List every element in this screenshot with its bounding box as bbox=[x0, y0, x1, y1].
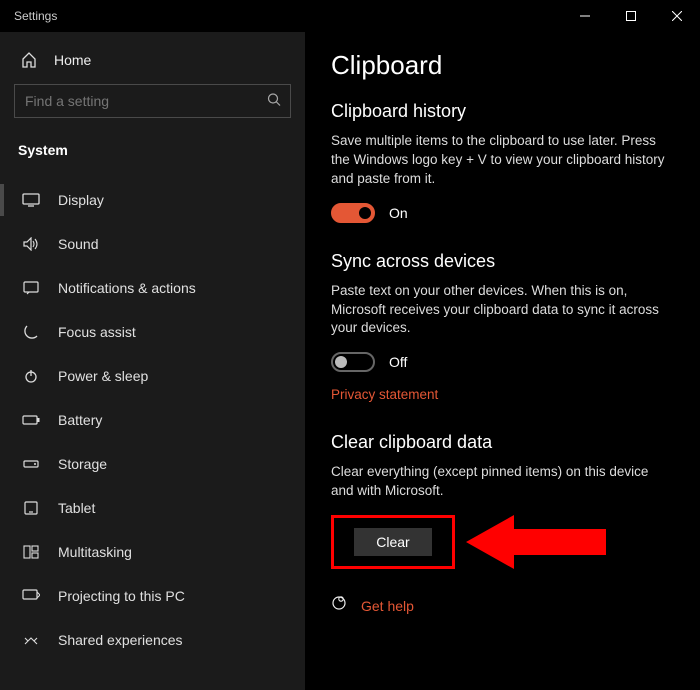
nav-item-tablet[interactable]: Tablet bbox=[0, 486, 305, 530]
nav-item-sound[interactable]: Sound bbox=[0, 222, 305, 266]
red-arrow-annotation bbox=[466, 509, 616, 575]
settings-window: Settings Home bbox=[0, 0, 700, 690]
nav-label: Multitasking bbox=[58, 544, 132, 560]
nav-item-multitasking[interactable]: Multitasking bbox=[0, 530, 305, 574]
clear-button-highlight: Clear bbox=[331, 515, 455, 569]
nav-label: Projecting to this PC bbox=[58, 588, 185, 604]
sync-toggle-label: Off bbox=[389, 354, 407, 370]
nav-label: Sound bbox=[58, 236, 98, 252]
window-controls bbox=[562, 0, 700, 32]
nav-item-notifications[interactable]: Notifications & actions bbox=[0, 266, 305, 310]
nav-label: Display bbox=[58, 192, 104, 208]
search-input[interactable] bbox=[14, 84, 291, 118]
search-box[interactable] bbox=[14, 84, 291, 118]
nav-list: Display Sound Notifications & actions Fo… bbox=[0, 178, 305, 662]
page-title: Clipboard bbox=[331, 50, 674, 81]
sync-toggle[interactable] bbox=[331, 352, 375, 372]
nav-label: Power & sleep bbox=[58, 368, 148, 384]
maximize-button[interactable] bbox=[608, 0, 654, 32]
clipboard-history-toggle-label: On bbox=[389, 205, 408, 221]
projecting-icon bbox=[20, 589, 42, 603]
nav-label: Storage bbox=[58, 456, 107, 472]
main-content: Clipboard Clipboard history Save multipl… bbox=[305, 32, 700, 690]
power-icon bbox=[20, 368, 42, 384]
clipboard-history-heading: Clipboard history bbox=[331, 101, 674, 122]
minimize-icon bbox=[580, 11, 590, 21]
nav-item-battery[interactable]: Battery bbox=[0, 398, 305, 442]
clipboard-history-desc: Save multiple items to the clipboard to … bbox=[331, 132, 671, 189]
window-title: Settings bbox=[14, 9, 57, 23]
title-bar: Settings bbox=[0, 0, 700, 32]
nav-item-storage[interactable]: Storage bbox=[0, 442, 305, 486]
focus-assist-icon bbox=[20, 324, 42, 340]
storage-icon bbox=[20, 458, 42, 470]
sync-desc: Paste text on your other devices. When t… bbox=[331, 282, 671, 339]
nav-label: Battery bbox=[58, 412, 102, 428]
nav-label: Tablet bbox=[58, 500, 95, 516]
nav-item-display[interactable]: Display bbox=[0, 178, 305, 222]
notifications-icon bbox=[20, 281, 42, 295]
close-icon bbox=[672, 11, 682, 21]
nav-label: Notifications & actions bbox=[58, 280, 196, 296]
category-heading: System bbox=[0, 128, 305, 172]
clipboard-history-toggle[interactable] bbox=[331, 203, 375, 223]
minimize-button[interactable] bbox=[562, 0, 608, 32]
display-icon bbox=[20, 193, 42, 207]
privacy-statement-link[interactable]: Privacy statement bbox=[331, 387, 438, 402]
tablet-icon bbox=[20, 501, 42, 515]
help-label: Get help bbox=[361, 598, 414, 614]
help-icon bbox=[331, 595, 347, 616]
get-help-link[interactable]: Get help bbox=[331, 595, 674, 616]
battery-icon bbox=[20, 414, 42, 426]
sidebar: Home System Display Sound bbox=[0, 32, 305, 690]
home-icon bbox=[18, 52, 40, 68]
nav-item-projecting[interactable]: Projecting to this PC bbox=[0, 574, 305, 618]
home-label: Home bbox=[54, 52, 91, 68]
shared-experiences-icon bbox=[20, 633, 42, 647]
nav-item-focus-assist[interactable]: Focus assist bbox=[0, 310, 305, 354]
sync-heading: Sync across devices bbox=[331, 251, 674, 272]
clear-button[interactable]: Clear bbox=[354, 528, 431, 556]
nav-label: Shared experiences bbox=[58, 632, 183, 648]
search-icon bbox=[267, 93, 281, 110]
close-button[interactable] bbox=[654, 0, 700, 32]
clear-desc: Clear everything (except pinned items) o… bbox=[331, 463, 671, 501]
home-nav[interactable]: Home bbox=[0, 42, 305, 78]
nav-item-power-sleep[interactable]: Power & sleep bbox=[0, 354, 305, 398]
maximize-icon bbox=[626, 11, 636, 21]
sound-icon bbox=[20, 237, 42, 251]
multitasking-icon bbox=[20, 545, 42, 559]
nav-item-shared-experiences[interactable]: Shared experiences bbox=[0, 618, 305, 662]
nav-label: Focus assist bbox=[58, 324, 136, 340]
clear-heading: Clear clipboard data bbox=[331, 432, 674, 453]
